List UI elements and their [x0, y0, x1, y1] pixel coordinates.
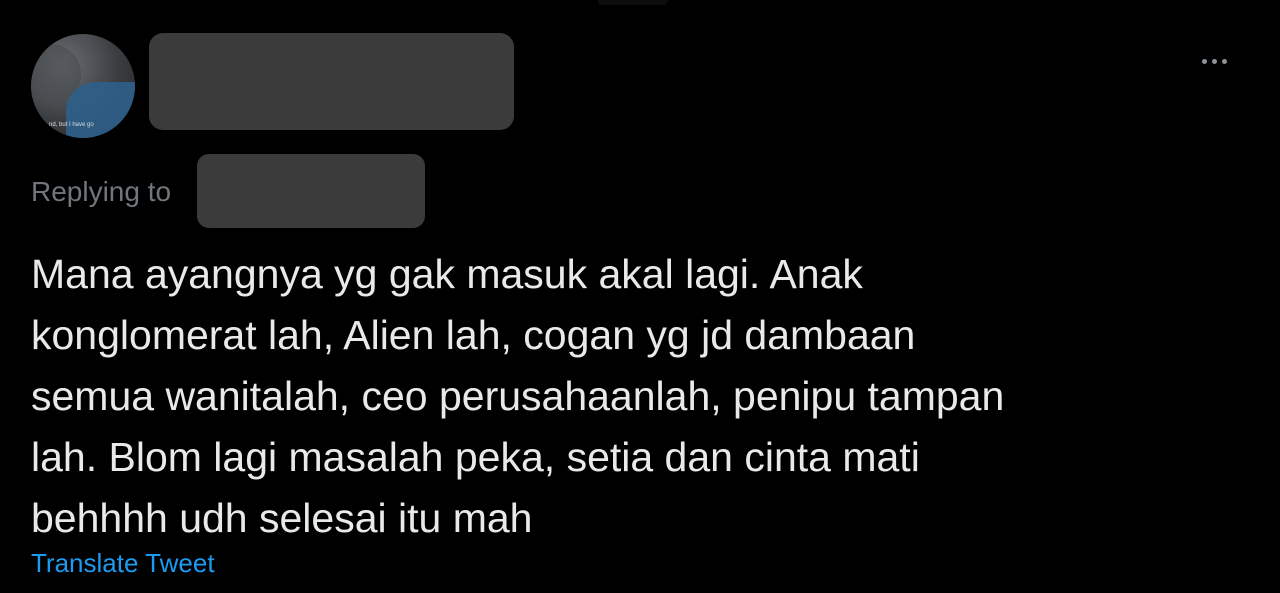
- more-horizontal-icon: [1201, 58, 1207, 64]
- avatar-caption: nd, but I have go: [49, 122, 94, 128]
- tweet-text-line: semua wanitalah, ceo perusahaanlah, peni…: [31, 373, 1005, 419]
- top-edge-shadow: [598, 0, 668, 5]
- more-horizontal-icon: [1211, 58, 1217, 64]
- avatar-figure-shape: [66, 82, 135, 138]
- tweet-text-line: lah. Blom lagi masalah peka, setia dan c…: [31, 434, 920, 480]
- avatar[interactable]: nd, but I have go: [31, 34, 135, 138]
- tweet-text-line: konglomerat lah, Alien lah, cogan yg jd …: [31, 312, 916, 358]
- replying-to-label: Replying to: [31, 176, 172, 207]
- tweet-text: Mana ayangnya yg gak masuk akal lagi. An…: [31, 244, 1231, 549]
- redacted-reply-handle[interactable]: [197, 154, 425, 228]
- tweet-text-line: behhhh udh selesai itu mah: [31, 495, 533, 541]
- tweet-text-line: Mana ayangnya yg gak masuk akal lagi. An…: [31, 251, 863, 297]
- translate-tweet-link[interactable]: Translate Tweet: [31, 548, 215, 579]
- more-options-button[interactable]: [1196, 44, 1232, 78]
- redacted-display-name[interactable]: [149, 33, 514, 130]
- more-horizontal-icon: [1221, 58, 1227, 64]
- tweet: nd, but I have go Replying to Mana ayang…: [0, 0, 1280, 593]
